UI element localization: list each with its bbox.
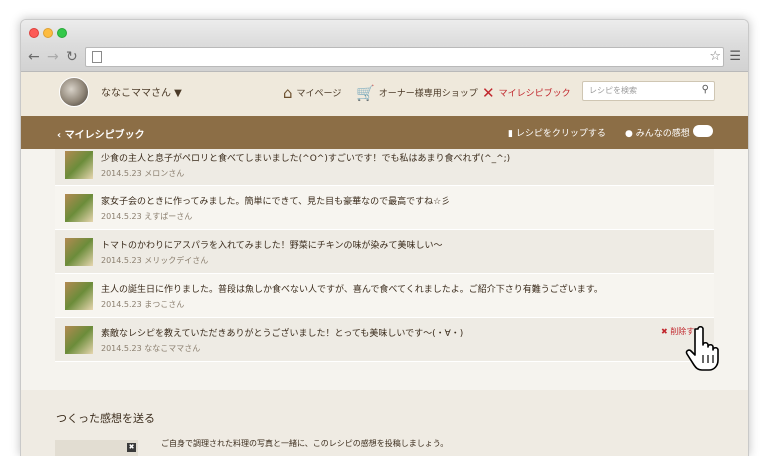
comment-photo[interactable] xyxy=(65,194,93,222)
nav-owner-shop[interactable]: 🛒 オーナー様専用ショップ xyxy=(356,84,478,102)
bookmark-star-icon[interactable]: ☆ xyxy=(709,48,721,66)
comments-toggle[interactable] xyxy=(693,125,713,137)
search-placeholder: レシピを検索 xyxy=(589,86,637,95)
zoom-window-button[interactable] xyxy=(57,28,67,38)
back-arrow-icon[interactable]: ← xyxy=(28,48,40,66)
comment-meta: 2014.5.23 メロンさん xyxy=(101,169,185,178)
nav-owner-shop-label: オーナー様専用ショップ xyxy=(378,89,478,99)
list-item: トマトのかわりにアスパラを入れてみました！野菜にチキンの味が染みて美味しい〜 2… xyxy=(55,230,714,274)
nav-mypage-label: マイページ xyxy=(296,89,342,99)
browser-toolbar: ← → ↻ ☆ ☰ xyxy=(21,44,748,72)
clip-recipe-button[interactable]: ▮ レシピをクリップする xyxy=(508,126,606,139)
comment-meta: 2014.5.23 まつこさん xyxy=(101,300,185,309)
hand-pointer-cursor-icon xyxy=(685,325,719,371)
site-header: ななこママさん ▼ ⌂ マイページ 🛒 オーナー様専用ショップ ✕ マイレシピブック … xyxy=(21,72,748,116)
comment-photo[interactable] xyxy=(65,238,93,266)
everyone-comments-label: ● みんなの感想 xyxy=(625,129,690,139)
comment-text: 素敵なレシピを教えていただきありがとうございました！とっても美味しいです〜(・∀… xyxy=(101,329,464,339)
send-comment-section: つくった感想を送る ✖ ご自身で調理された料理の写真と一緒に、このレシピの感想を… xyxy=(21,390,748,456)
browser-menu-icon[interactable]: ☰ xyxy=(729,49,741,65)
search-icon[interactable]: ⚲ xyxy=(702,84,709,95)
back-to-recipe-book-link[interactable]: ‹ マイレシピブック xyxy=(57,126,145,141)
clip-label: レシピをクリップする xyxy=(515,129,606,139)
photo-upload-box[interactable]: ✖ xyxy=(55,440,138,456)
comment-text: トマトのかわりにアスパラを入れてみました！野菜にチキンの味が染みて美味しい〜 xyxy=(101,241,443,251)
comment-photo[interactable] xyxy=(65,326,93,354)
search-input[interactable]: レシピを検索 ⚲ xyxy=(582,81,715,101)
comment-list-area: 少食の主人と息子がペロリと食べてしまいました(^O^)すごいです！でも私はあまり… xyxy=(21,149,748,390)
delete-icon: ✖ xyxy=(661,327,671,336)
minimize-window-button[interactable] xyxy=(43,28,53,38)
fork-knife-icon: ✕ xyxy=(482,84,495,102)
avatar[interactable] xyxy=(59,77,89,107)
reload-icon[interactable]: ↻ xyxy=(66,48,78,66)
list-item: 素敵なレシピを教えていただきありがとうございました！とっても美味しいです〜(・∀… xyxy=(55,318,714,362)
comment-photo[interactable] xyxy=(65,151,93,179)
comment-meta: 2014.5.23 メリックデイさん xyxy=(101,256,209,265)
title-bar xyxy=(21,20,748,44)
back-label: マイレシピブック xyxy=(64,130,145,141)
comment-text: 家女子会のときに作ってみました。簡単にできて、見た目も豪華なので最高ですね☆彡 xyxy=(101,197,451,207)
close-icon[interactable]: ✖ xyxy=(127,443,136,452)
comment-meta: 2014.5.23 ななこママさん xyxy=(101,344,201,353)
house-icon: ⌂ xyxy=(283,84,293,102)
comment-list: 少食の主人と息子がペロリと食べてしまいました(^O^)すごいです！でも私はあまり… xyxy=(55,149,714,362)
cart-icon: 🛒 xyxy=(356,84,375,102)
comment-text: 少食の主人と息子がペロリと食べてしまいました(^O^)すごいです！でも私はあまり… xyxy=(101,154,511,164)
send-comment-hint: ご自身で調理された料理の写真と一緒に、このレシピの感想を投稿しましょう。 xyxy=(161,439,449,448)
nav-my-recipe-book[interactable]: ✕ マイレシピブック xyxy=(482,84,571,102)
comment-text: 主人の誕生日に作りました。普段は魚しか食べない人ですが、喜んで食べてくれましたよ… xyxy=(101,285,603,295)
list-item: 主人の誕生日に作りました。普段は魚しか食べない人ですが、喜んで食べてくれましたよ… xyxy=(55,274,714,318)
list-item: 家女子会のときに作ってみました。簡単にできて、見た目も豪華なので最高ですね☆彡 … xyxy=(55,186,714,230)
page-icon xyxy=(92,51,102,63)
comment-photo[interactable] xyxy=(65,282,93,310)
nav-my-recipe-book-label: マイレシピブック xyxy=(498,89,571,99)
list-item: 少食の主人と息子がペロリと食べてしまいました(^O^)すごいです！でも私はあまり… xyxy=(55,149,714,186)
kansou-label: みんなの感想 xyxy=(635,129,690,139)
close-window-button[interactable] xyxy=(29,28,39,38)
address-bar[interactable]: ☆ xyxy=(85,47,724,67)
comment-meta: 2014.5.23 えすぱーさん xyxy=(101,212,193,221)
forward-arrow-icon[interactable]: → xyxy=(47,48,59,66)
send-comment-title: つくった感想を送る xyxy=(56,412,155,425)
username-dropdown[interactable]: ななこママさん ▼ xyxy=(101,84,182,99)
browser-window: ← → ↻ ☆ ☰ ななこママさん ▼ ⌂ マイページ 🛒 オーナー様専用ショップ … xyxy=(20,19,749,456)
nav-mypage[interactable]: ⌂ マイページ xyxy=(283,84,341,102)
recipe-book-bar: ‹ マイレシピブック ▮ レシピをクリップする ● みんなの感想 xyxy=(21,116,748,149)
